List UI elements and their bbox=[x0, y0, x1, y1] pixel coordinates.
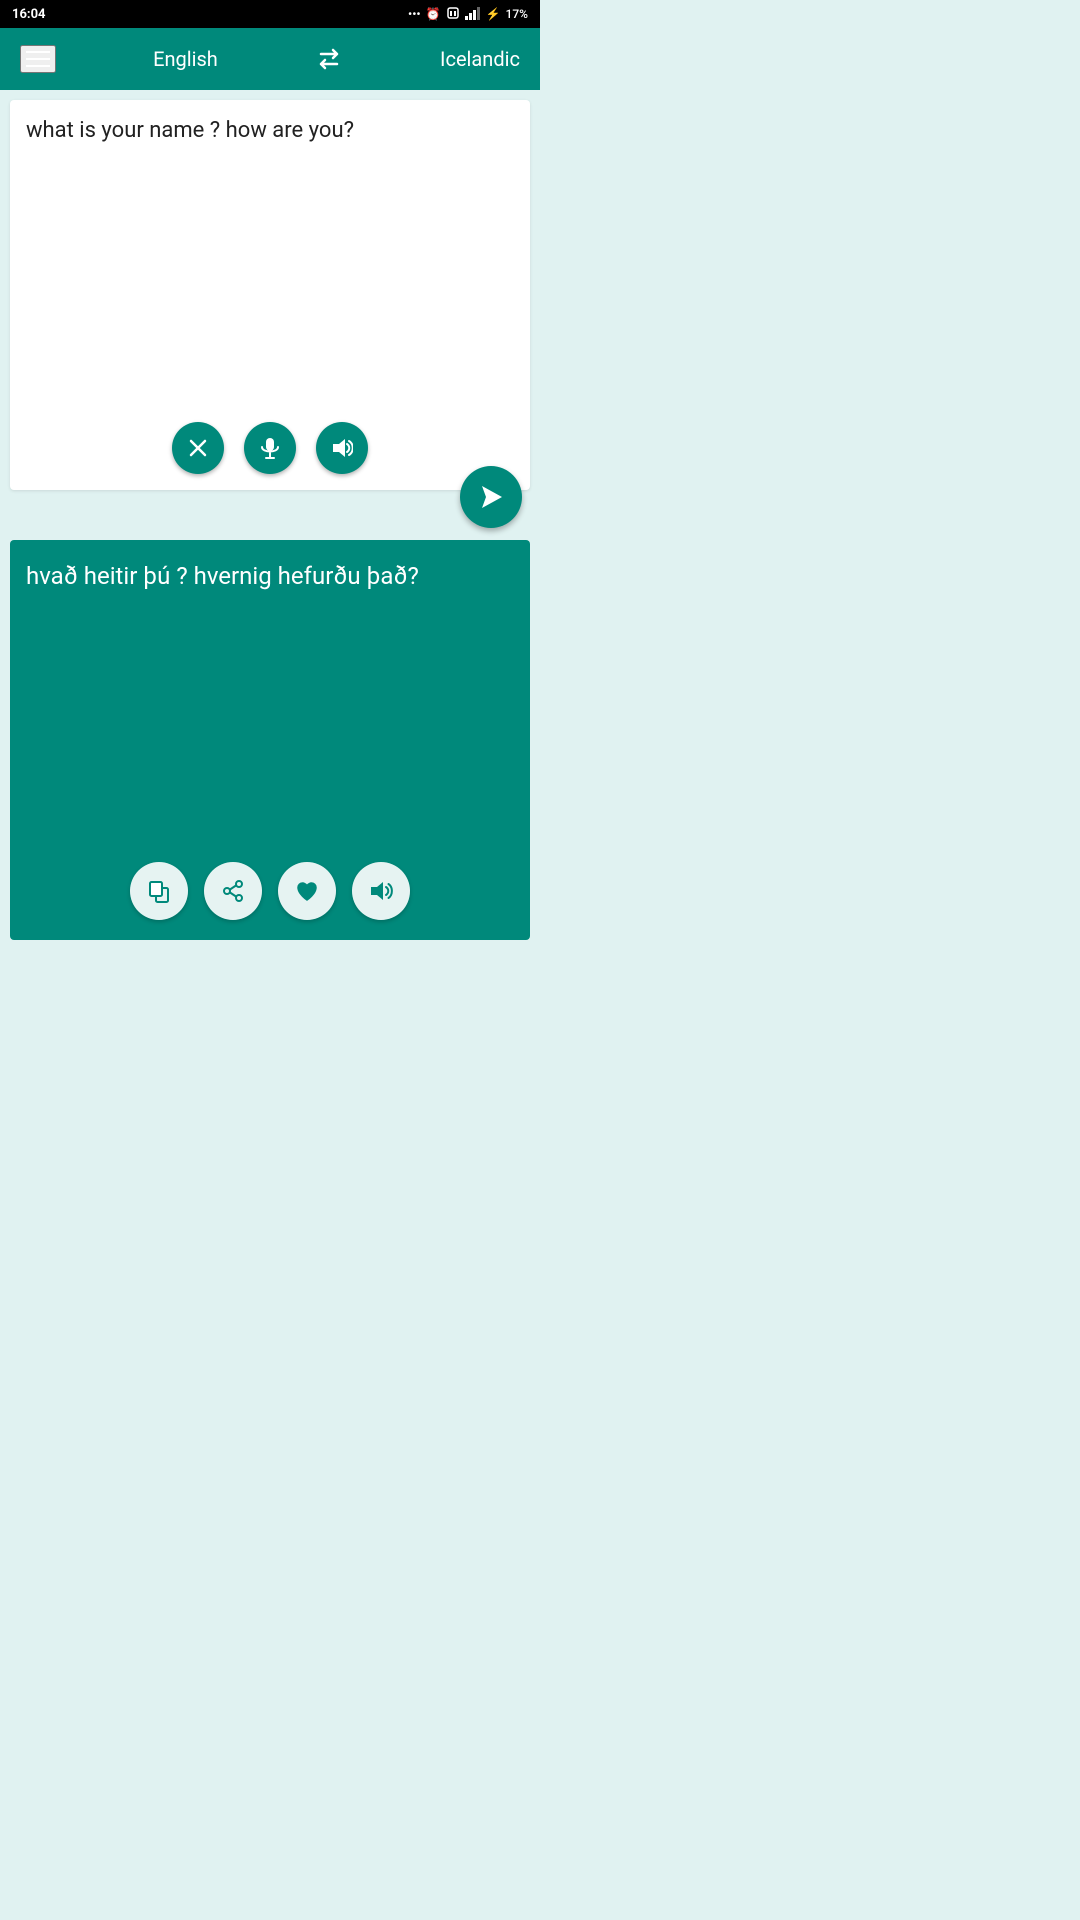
translated-text: hvað heitir þú ? hvernig hefurðu það? bbox=[26, 560, 514, 842]
clear-button[interactable] bbox=[172, 422, 224, 474]
microphone-button[interactable] bbox=[244, 422, 296, 474]
status-bar: 16:04 ••• ⏰ ⚡ 17% bbox=[0, 0, 540, 28]
signal-icon bbox=[465, 6, 481, 23]
time-display: 16:04 bbox=[12, 7, 46, 22]
speaker-button-source[interactable] bbox=[316, 422, 368, 474]
source-language[interactable]: English bbox=[153, 47, 218, 71]
top-navigation: English Icelandic bbox=[0, 28, 540, 90]
input-wrapper: what is your name ? how are you? bbox=[0, 90, 540, 500]
send-translate-button[interactable] bbox=[460, 466, 522, 528]
sim-icon bbox=[446, 6, 460, 23]
status-icons: ••• ⏰ ⚡ 17% bbox=[408, 6, 528, 23]
favorite-button[interactable] bbox=[278, 862, 336, 920]
swap-languages-button[interactable] bbox=[315, 45, 343, 73]
translation-wrapper: hvað heitir þú ? hvernig hefurðu það? bbox=[0, 540, 540, 950]
translation-panel: hvað heitir þú ? hvernig hefurðu það? bbox=[10, 540, 530, 940]
alarm-icon: ⏰ bbox=[426, 7, 441, 21]
menu-line-2 bbox=[26, 58, 50, 60]
dots-icon: ••• bbox=[408, 7, 421, 21]
source-text-input[interactable]: what is your name ? how are you? bbox=[26, 116, 514, 410]
menu-line-3 bbox=[26, 65, 50, 67]
speaker-button-target[interactable] bbox=[352, 862, 410, 920]
menu-line-1 bbox=[26, 51, 50, 53]
target-language[interactable]: Icelandic bbox=[440, 47, 520, 71]
battery-level: 17% bbox=[506, 7, 528, 21]
content-area: what is your name ? how are you? bbox=[0, 90, 540, 960]
input-panel: what is your name ? how are you? bbox=[10, 100, 530, 490]
charging-icon: ⚡ bbox=[486, 7, 501, 21]
menu-button[interactable] bbox=[20, 45, 56, 73]
input-action-bar bbox=[26, 422, 514, 474]
translation-action-bar bbox=[26, 862, 514, 920]
share-button[interactable] bbox=[204, 862, 262, 920]
copy-button[interactable] bbox=[130, 862, 188, 920]
